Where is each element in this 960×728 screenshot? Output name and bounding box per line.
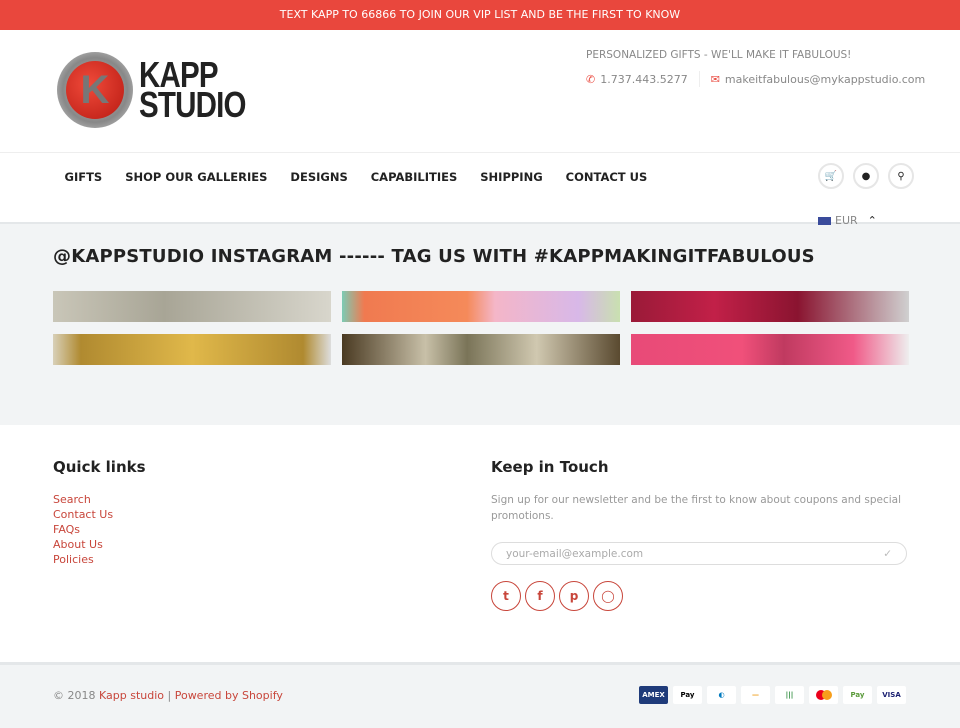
nav-contact-us[interactable]: CONTACT US [554,169,659,185]
instagram-photo[interactable] [342,291,620,322]
brand-link[interactable]: Kapp studio [99,689,164,702]
instagram-photo[interactable] [53,334,331,365]
visa-icon: VISA [877,686,906,704]
logo-mark: K [57,52,133,128]
nav-capabilities[interactable]: CAPABILITIES [359,169,469,185]
nav-gifts[interactable]: GIFTS [53,169,114,185]
pinterest-icon[interactable]: p [559,581,589,611]
quick-links-title: Quick links [53,458,146,476]
shopify-pay-icon: Pay [843,686,872,704]
copyright: © 2018 Kapp studio | Powered by Shopify [53,689,283,702]
instagram-photo[interactable] [53,291,331,322]
footer-link-about-us[interactable]: About Us [53,537,146,552]
mastercard-icon [809,686,838,704]
check-icon[interactable]: ✓ [883,548,892,560]
shopify-link[interactable]: Powered by Shopify [175,689,283,702]
copyright-text: © 2018 [53,689,99,702]
email-link[interactable]: makeitfabulous@mykappstudio.com [725,73,925,86]
discover-icon: — [741,686,770,704]
instagram-photo[interactable] [631,291,909,322]
search-button[interactable]: ⚲ [888,163,914,189]
apple-pay-icon: Pay [673,686,702,704]
logo-line2: STUDIO [139,84,246,125]
search-icon: ⚲ [897,170,905,182]
email-input[interactable]: your-email@example.com ✓ [491,542,907,565]
jcb-icon: ||| [775,686,804,704]
newsletter-text: Sign up for our newsletter and be the fi… [491,494,902,522]
eu-flag-icon [818,216,831,225]
tagline: PERSONALIZED GIFTS - WE'LL MAKE IT FABUL… [586,49,852,61]
contact-info: ✆ 1.737.443.5277 ✉ makeitfabulous@mykapp… [586,71,925,87]
quick-links: Quick links Search Contact Us FAQs About… [53,458,146,567]
nav-designs[interactable]: DESIGNS [279,169,359,185]
instagram-photo[interactable] [631,334,909,365]
instagram-grid [53,291,909,365]
bottom-bar: © 2018 Kapp studio | Powered by Shopify … [0,665,960,728]
user-icon: ● [861,170,871,182]
phone-number[interactable]: 1.737.443.5277 [600,73,687,86]
logo-letter: K [66,61,124,119]
footer-link-faqs[interactable]: FAQs [53,522,146,537]
logo[interactable]: K KAPP STUDIO [57,52,269,128]
newsletter: Keep in Touch Sign up for our newsletter… [491,458,907,611]
header: K KAPP STUDIO PERSONALIZED GIFTS - WE'LL … [0,30,960,153]
phone-icon: ✆ [586,72,596,86]
instagram-section: @KAPPSTUDIO INSTAGRAM ------ TAG US WITH… [0,224,960,425]
twitter-icon[interactable]: t [491,581,521,611]
account-button[interactable]: ● [853,163,879,189]
divider [698,71,700,87]
footer-link-policies[interactable]: Policies [53,552,146,567]
newsletter-title: Keep in Touch [491,458,609,476]
announcement-bar: TEXT KAPP TO 66866 TO JOIN OUR VIP LIST … [0,0,960,30]
envelope-icon: ✉ [710,72,720,86]
main-nav: GIFTS SHOP OUR GALLERIES DESIGNS CAPABIL… [0,153,960,227]
facebook-icon[interactable]: f [525,581,555,611]
footer-link-contact-us[interactable]: Contact Us [53,507,146,522]
instagram-photo[interactable] [342,334,620,365]
nav-shop-our-galleries[interactable]: SHOP OUR GALLERIES [114,169,279,185]
logo-text: KAPP STUDIO [139,57,246,125]
currency-label: EUR [835,214,858,227]
instagram-title: @KAPPSTUDIO INSTAGRAM ------ TAG US WITH… [53,246,815,267]
footer: Quick links Search Contact Us FAQs About… [0,425,960,665]
email-placeholder: your-email@example.com [506,547,644,560]
instagram-icon[interactable]: ◯ [593,581,623,611]
cart-button[interactable]: 🛒 [818,163,844,189]
diners-club-icon: ◐ [707,686,736,704]
payment-icons: AMEX Pay ◐ — ||| Pay VISA [639,686,906,704]
chevron-up-icon: ⌃ [867,214,877,227]
separator: | [164,689,175,702]
amex-icon: AMEX [639,686,668,704]
footer-link-search[interactable]: Search [53,492,146,507]
cart-icon: 🛒 [824,170,838,182]
nav-shipping[interactable]: SHIPPING [469,169,554,185]
currency-selector[interactable]: EUR ⌃ [818,214,877,227]
social-links: t f p ◯ [491,581,907,611]
